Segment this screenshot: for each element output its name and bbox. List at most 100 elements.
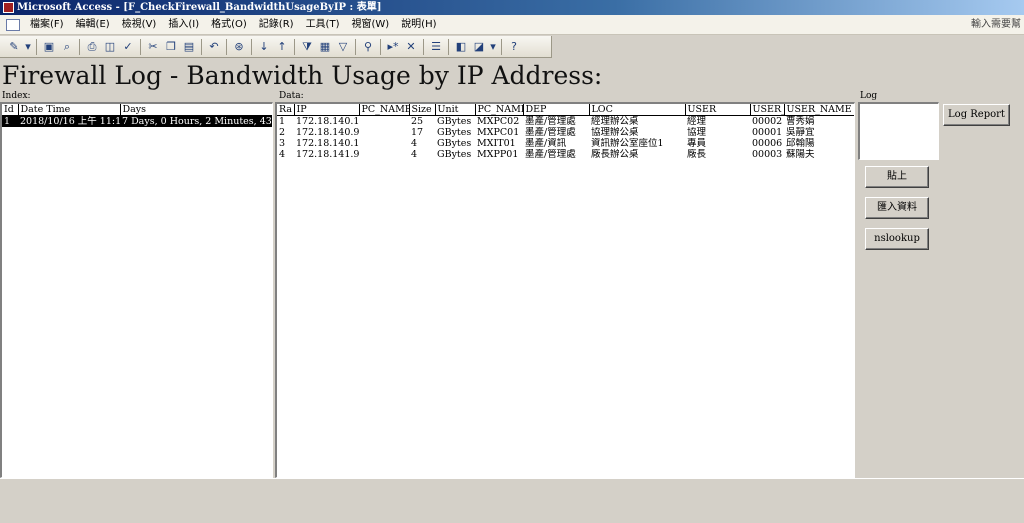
data-row[interactable]: 3 172.18.140.14 4 GBytes MXIT01 墨產/資訊 資訊… bbox=[277, 138, 854, 149]
toolbar-separator bbox=[226, 39, 227, 55]
log-textbox[interactable] bbox=[858, 102, 939, 160]
data-cell: MXPC02 bbox=[477, 116, 520, 127]
save-icon[interactable]: ▣ bbox=[41, 39, 57, 55]
data-cell: 曹秀娟 bbox=[786, 116, 815, 127]
data-table: Ra IP PC_NAME Size Unit PC_NAME DEP LOC … bbox=[277, 104, 854, 160]
search-icon[interactable]: ⌕ bbox=[59, 39, 75, 55]
menu-tools[interactable]: 工具(T) bbox=[300, 15, 346, 35]
toolbar-separator bbox=[448, 39, 449, 55]
filter-selection-icon[interactable]: ⧩ bbox=[299, 39, 315, 55]
data-row[interactable]: 2 172.18.140.9 17 GBytes MXPC01 墨產/管理處 協… bbox=[277, 127, 854, 138]
data-col-loc[interactable]: LOC bbox=[589, 104, 686, 116]
sort-descending-icon[interactable]: ↑ bbox=[274, 39, 290, 55]
toolbar-separator bbox=[501, 39, 502, 55]
toolbar-separator bbox=[355, 39, 356, 55]
paste-button[interactable]: 貼上 bbox=[865, 166, 929, 188]
menu-insert[interactable]: 插入(I) bbox=[162, 15, 205, 35]
data-cell: 1 bbox=[279, 116, 286, 127]
hyperlink-icon[interactable]: ⊛ bbox=[231, 39, 247, 55]
data-col-ip[interactable]: IP bbox=[294, 104, 360, 116]
data-col-user-name[interactable]: USER_NAME bbox=[784, 104, 854, 116]
toolbar-separator bbox=[380, 39, 381, 55]
data-cell: 墨產/管理處 bbox=[525, 127, 576, 138]
data-cell: 吳靜宜 bbox=[786, 127, 815, 138]
data-cell: 3 bbox=[279, 138, 286, 149]
menu-file[interactable]: 檔案(F) bbox=[24, 15, 70, 35]
data-col-pc-name[interactable]: PC_NAME bbox=[359, 104, 410, 116]
form-window-icon[interactable] bbox=[6, 19, 20, 31]
menu-edit[interactable]: 編輯(E) bbox=[70, 15, 116, 35]
properties-icon[interactable]: ☰ bbox=[428, 39, 444, 55]
index-header-row: Id Date Time Days bbox=[2, 104, 272, 116]
data-list[interactable]: Ra IP PC_NAME Size Unit PC_NAME DEP LOC … bbox=[275, 102, 855, 478]
data-col-unit[interactable]: Unit bbox=[435, 104, 476, 116]
data-col-dep[interactable]: DEP bbox=[523, 104, 590, 116]
data-cell: 25 bbox=[411, 116, 424, 127]
print-icon[interactable]: ⎙ bbox=[84, 39, 100, 55]
help-question-box[interactable]: 輸入需要幫 bbox=[968, 17, 1024, 33]
sort-ascending-icon[interactable]: ↓ bbox=[256, 39, 272, 55]
copy-icon[interactable]: ❐ bbox=[163, 39, 179, 55]
data-cell: 00006 bbox=[752, 138, 783, 149]
data-cell: 墨產/資訊 bbox=[525, 138, 567, 149]
filter-form-icon[interactable]: ▦ bbox=[317, 39, 333, 55]
spelling-icon[interactable]: ✓ bbox=[120, 39, 136, 55]
dropdown-icon[interactable]: ▾ bbox=[489, 39, 497, 55]
data-col-user[interactable]: USER bbox=[685, 104, 751, 116]
delete-record-icon[interactable]: ✕ bbox=[403, 39, 419, 55]
data-cell: GBytes bbox=[437, 116, 472, 127]
menu-view[interactable]: 檢視(V) bbox=[116, 15, 163, 35]
data-cell: MXPP01 bbox=[477, 149, 519, 160]
print-preview-icon[interactable]: ◫ bbox=[102, 39, 118, 55]
data-cell bbox=[359, 127, 409, 138]
data-label: Data: bbox=[279, 91, 304, 101]
help-icon[interactable]: ? bbox=[506, 39, 522, 55]
data-cell: 經理辦公桌 bbox=[591, 116, 639, 127]
menu-window[interactable]: 視窗(W) bbox=[345, 15, 395, 35]
data-cell: 2 bbox=[279, 127, 286, 138]
data-col-size[interactable]: Size bbox=[409, 104, 436, 116]
menu-format[interactable]: 格式(O) bbox=[205, 15, 253, 35]
new-object-icon[interactable]: ◪ bbox=[471, 39, 487, 55]
index-cell-datetime: 2018/10/16 上午 11:19: bbox=[18, 115, 120, 127]
database-window-icon[interactable]: ◧ bbox=[453, 39, 469, 55]
data-cell: GBytes bbox=[437, 149, 472, 160]
data-col-user-id[interactable]: USER_ bbox=[750, 104, 785, 116]
index-row[interactable]: 1 2018/10/16 上午 11:19: 7 Days, 0 Hours, … bbox=[2, 115, 272, 127]
form-title: Firewall Log - Bandwidth Usage by IP Add… bbox=[2, 61, 603, 90]
toolbar-separator bbox=[294, 39, 295, 55]
dropdown-icon[interactable]: ▾ bbox=[24, 39, 32, 55]
cut-icon[interactable]: ✂ bbox=[145, 39, 161, 55]
find-icon[interactable]: ⚲ bbox=[360, 39, 376, 55]
toolbar-separator bbox=[140, 39, 141, 55]
data-cell: MXPC01 bbox=[477, 127, 520, 138]
menu-help[interactable]: 說明(H) bbox=[395, 15, 442, 35]
import-data-button[interactable]: 匯入資料 bbox=[865, 197, 929, 219]
data-col-pc-name-2[interactable]: PC_NAME bbox=[475, 104, 524, 116]
nslookup-button[interactable]: nslookup bbox=[865, 228, 929, 250]
index-col-id[interactable]: Id bbox=[2, 104, 19, 116]
new-record-icon[interactable]: ▸* bbox=[385, 39, 401, 55]
data-cell bbox=[359, 138, 409, 149]
data-cell: 專員 bbox=[687, 138, 707, 149]
data-cell: 墨產/管理處 bbox=[525, 116, 576, 127]
menu-records[interactable]: 記錄(R) bbox=[253, 15, 300, 35]
index-cell-id: 1 bbox=[2, 115, 18, 127]
data-row[interactable]: 4 172.18.141.9 4 GBytes MXPP01 墨產/管理處 廠長… bbox=[277, 149, 854, 160]
data-row[interactable]: 1 172.18.140.10 25 GBytes MXPC02 墨產/管理處 … bbox=[277, 116, 854, 128]
index-table: Id Date Time Days 1 2018/10/16 上午 11:19:… bbox=[2, 104, 272, 127]
index-col-datetime[interactable]: Date Time bbox=[18, 104, 121, 116]
index-list[interactable]: Id Date Time Days 1 2018/10/16 上午 11:19:… bbox=[0, 102, 273, 478]
data-cell: GBytes bbox=[437, 138, 472, 149]
data-cell: 172.18.140.9 bbox=[296, 127, 359, 138]
paste-icon[interactable]: ▤ bbox=[181, 39, 197, 55]
index-col-days[interactable]: Days bbox=[120, 104, 272, 116]
view-icon[interactable]: ✎ bbox=[6, 39, 22, 55]
window-title-bar: Microsoft Access - [F_CheckFirewall_Band… bbox=[0, 0, 1024, 15]
apply-filter-icon[interactable]: ▽ bbox=[335, 39, 351, 55]
log-report-button[interactable]: Log Report bbox=[943, 104, 1010, 126]
undo-icon[interactable]: ↶ bbox=[206, 39, 222, 55]
toolbar-separator bbox=[423, 39, 424, 55]
data-col-rank[interactable]: Ra bbox=[277, 104, 295, 116]
toolbar-separator bbox=[201, 39, 202, 55]
